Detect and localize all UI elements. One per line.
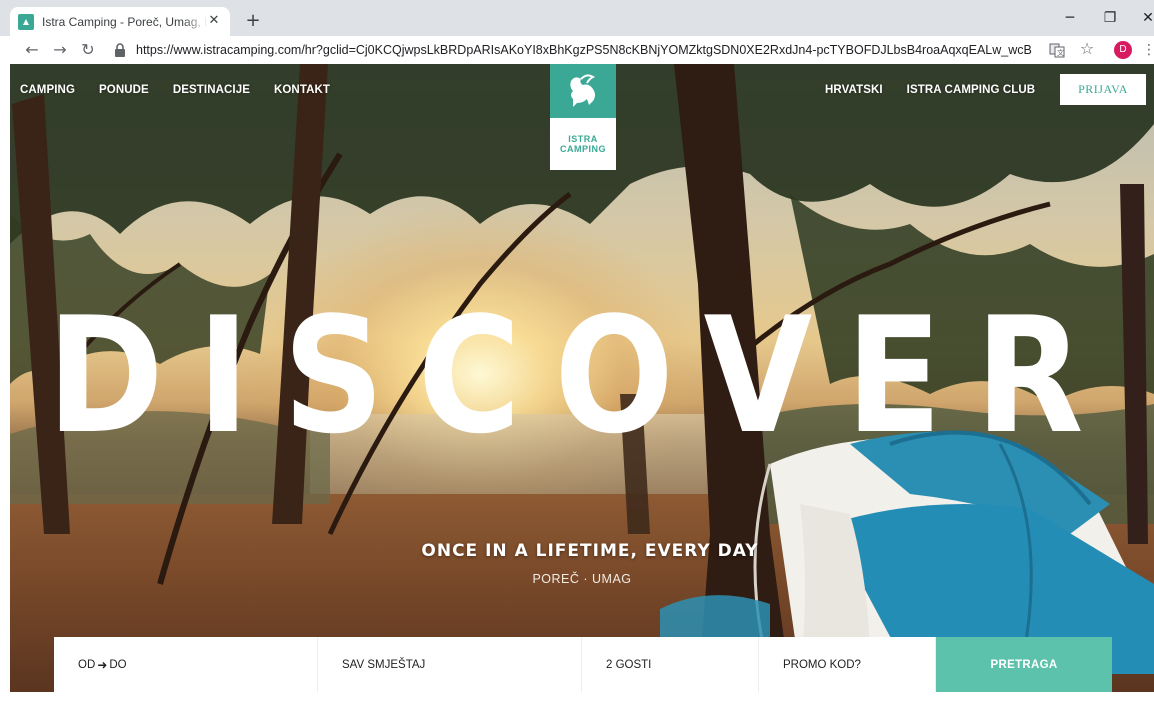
promo-code-field[interactable]: PROMO KOD? [759,637,936,692]
address-bar[interactable]: https://www.istracamping.com/hr?gclid=Cj… [106,39,1044,61]
browser-toolbar: ← → ↻ https://www.istracamping.com/hr?gc… [0,36,1154,64]
login-button[interactable]: PRIJAVA [1060,74,1146,105]
restore-icon[interactable]: ❐ [1100,8,1120,28]
reload-icon[interactable]: ↻ [78,40,98,60]
tab-close-icon[interactable]: ✕ [206,13,222,29]
browser-tab[interactable]: Istra Camping - Poreč, Umag, Istra ✕ [10,7,230,36]
hero-headline: DISCOVER [47,296,1117,446]
logo-wordmark: ISTRA CAMPING [550,118,616,170]
goat-logo-icon [570,74,595,107]
date-to-label: DO [109,658,127,671]
url-text: https://www.istracamping.com/hr?gclid=Cj… [136,43,1032,57]
translate-icon[interactable]: 文 [1049,42,1065,58]
profile-avatar[interactable]: D [1114,41,1132,59]
club-link[interactable]: ISTRA CAMPING CLUB [907,84,1036,96]
bookmark-star-icon[interactable]: ☆ [1078,40,1096,58]
web-page: CAMPING PONUDE DESTINACIJE KONTAKT HRVAT… [10,64,1154,692]
svg-text:文: 文 [1057,48,1064,57]
date-range-field[interactable]: OD ➜ DO [54,637,318,692]
language-link[interactable]: HRVATSKI [825,84,883,96]
nav-kontakt[interactable]: KONTAKT [274,84,330,96]
hero-word: DISCOVER [47,296,1117,446]
tab-strip: Istra Camping - Poreč, Umag, Istra ✕ + ─… [0,0,1154,36]
logo-text-istra: ISTRA [568,134,598,144]
secondary-navigation: HRVATSKI ISTRA CAMPING CLUB [825,84,1059,96]
main-navigation: CAMPING PONUDE DESTINACIJE KONTAKT [20,84,354,96]
nav-ponude[interactable]: PONUDE [99,84,149,96]
back-arrow-icon[interactable]: ← [22,40,42,60]
close-icon[interactable]: ✕ [1138,8,1154,28]
nav-destinacije[interactable]: DESTINACIJE [173,84,250,96]
hero-locations: POREČ · UMAG [532,572,632,586]
accommodation-select[interactable]: SAV SMJEŠTAJ [318,637,582,692]
site-logo[interactable]: ISTRA CAMPING [550,64,616,170]
hero-tagline: ONCE IN A LIFETIME, EVERY DAY [421,541,759,561]
site-favicon-icon [18,13,34,30]
booking-search-bar: OD ➜ DO SAV SMJEŠTAJ 2 GOSTI PROMO KOD? … [54,637,1112,692]
search-button[interactable]: PRETRAGA [936,637,1112,692]
forward-arrow-icon[interactable]: → [50,40,70,60]
lock-icon [115,43,125,57]
browser-window: Istra Camping - Poreč, Umag, Istra ✕ + ─… [0,0,1154,705]
menu-icon[interactable]: ⋮ [1142,40,1154,60]
guests-select[interactable]: 2 GOSTI [582,637,759,692]
nav-camping[interactable]: CAMPING [20,84,75,96]
new-tab-button[interactable]: + [243,11,263,31]
tab-title: Istra Camping - Poreč, Umag, Istra [42,14,208,29]
arrow-right-icon: ➜ [97,657,108,672]
logo-mark [550,64,616,118]
logo-text-camping: CAMPING [560,144,606,154]
date-from-label: OD [78,658,96,671]
minimize-icon[interactable]: ─ [1060,8,1080,28]
